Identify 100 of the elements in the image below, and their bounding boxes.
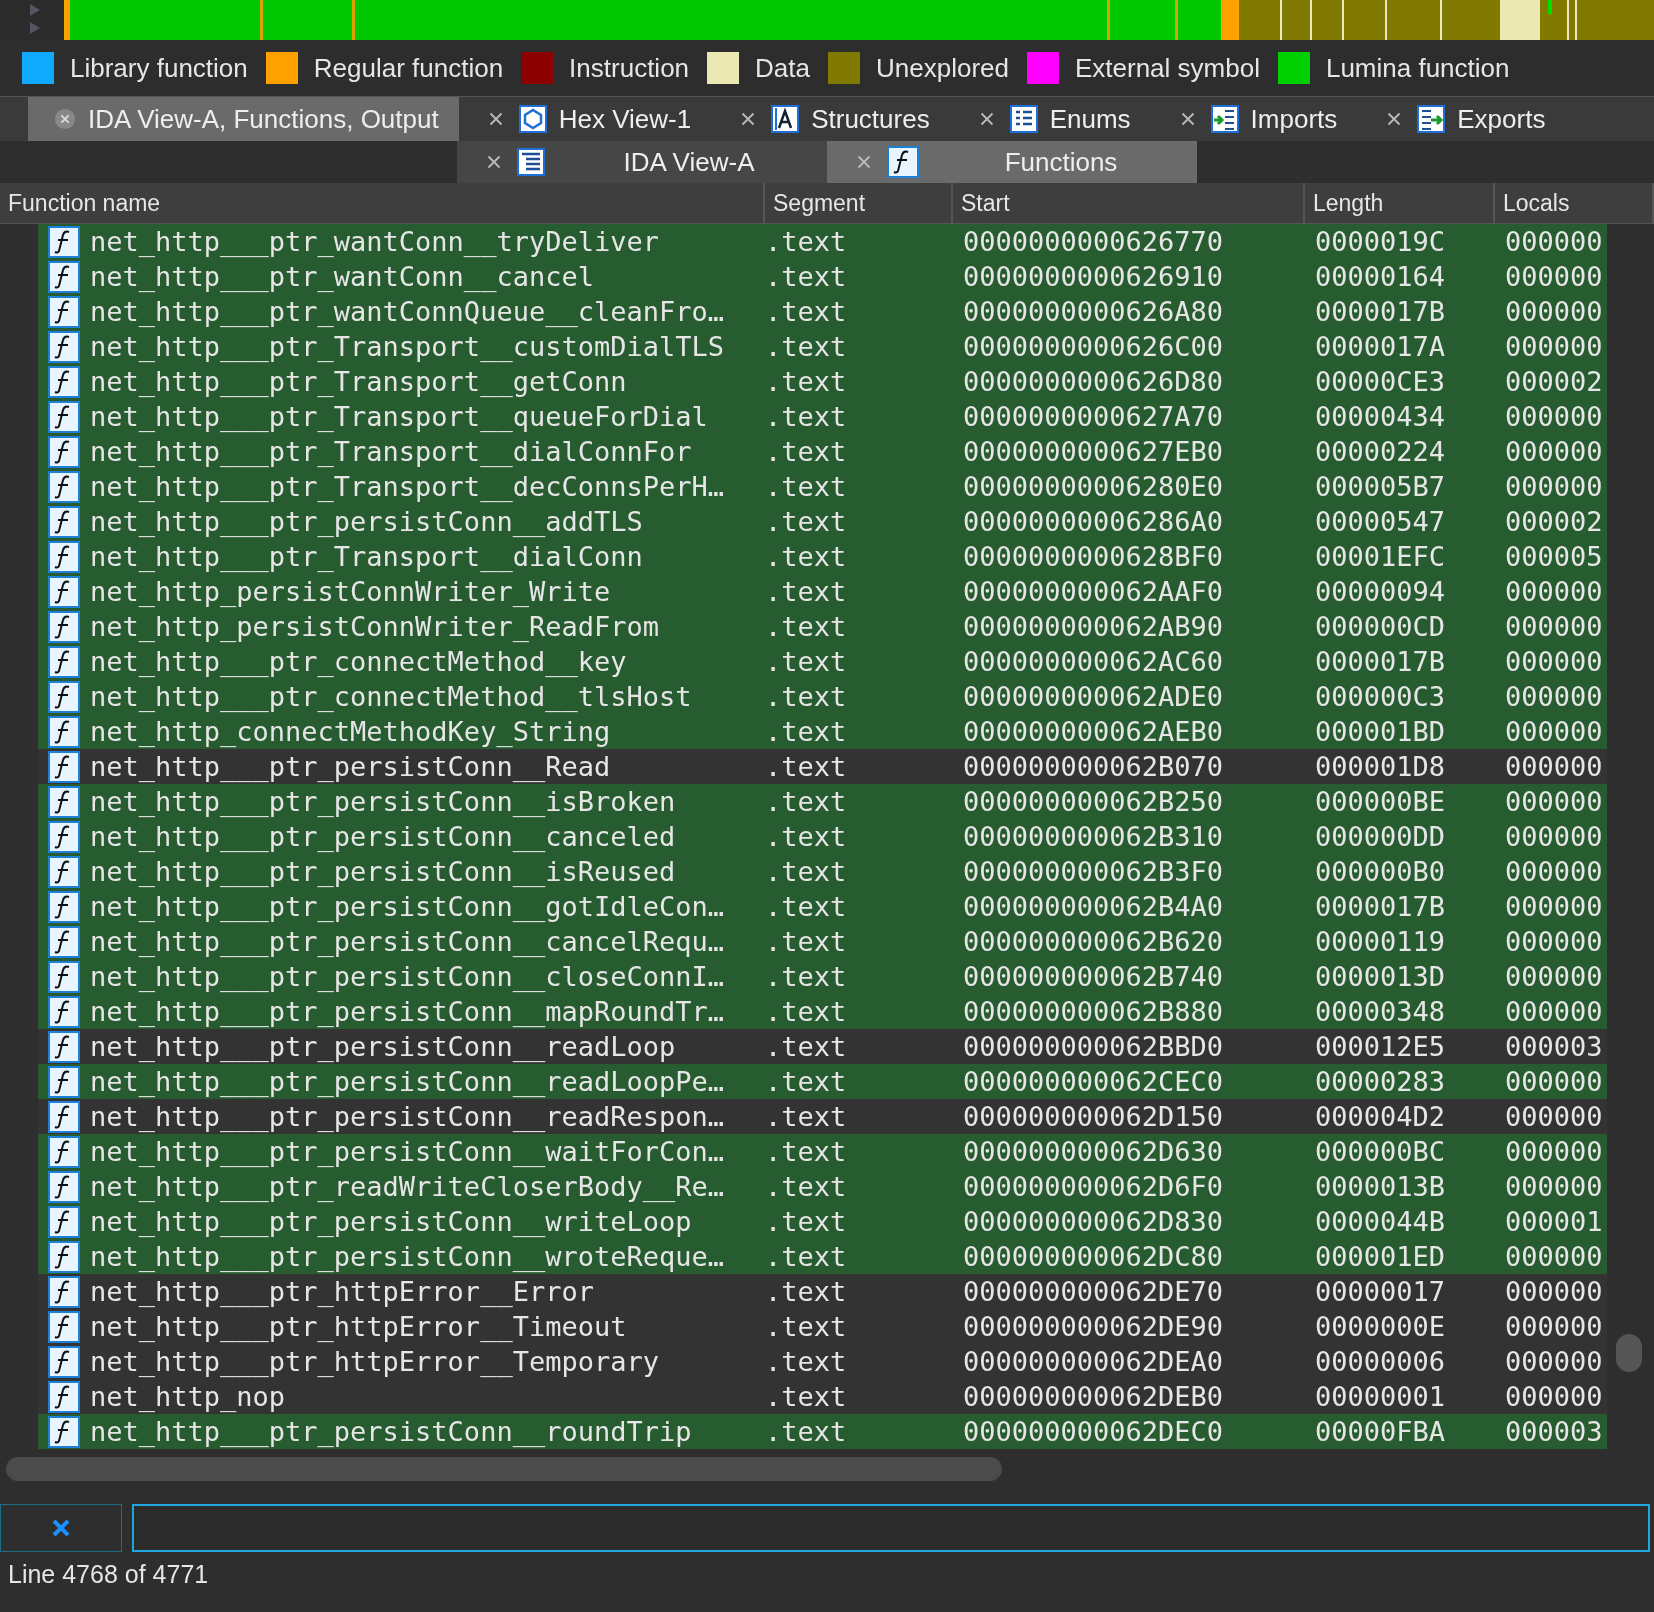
table-cell-text: 0000000000627EB0 <box>962 435 1225 469</box>
table-cell-text: .text <box>765 1030 848 1064</box>
table-cell-text: .text <box>765 1415 848 1449</box>
table-cell-text: 00000FBA <box>1314 1415 1447 1449</box>
table-cell-text: 0000044B <box>1314 1205 1447 1239</box>
list-icon <box>517 148 545 176</box>
function-row[interactable]: net_http___ptr_httpError__Timeout .text 000000000062DE90 0000000E 000000 <box>38 1309 1607 1344</box>
table-cell-text: 000012E5 <box>1314 1030 1447 1064</box>
import-icon <box>1210 105 1239 133</box>
table-cell-text: 000003 <box>1504 1415 1604 1449</box>
function-name: net_http___ptr_Transport__decConnsPerH… <box>90 470 724 504</box>
legend-label: Lumina function <box>1325 52 1510 84</box>
function-row[interactable]: net_http___ptr_persistConn__isBroken .text 000000000062B250 000000BE 000000 <box>38 784 1607 819</box>
function-row[interactable]: net_http_connectMethodKey_String .text 000000000062AEB0 000001BD 000000 <box>38 714 1607 749</box>
function-row[interactable]: net_http___ptr_persistConn__addTLS .text 00000000006286A0 00000547 000002 <box>38 504 1607 539</box>
table-cell-text: 000000000062B880 <box>962 995 1225 1029</box>
function-row[interactable]: net_http___ptr_persistConn__readRespon… .text 000000000062D150 000004D2 000000 <box>38 1099 1607 1134</box>
column-header[interactable]: Locals <box>1495 183 1654 224</box>
function-row[interactable]: net_http___ptr_Transport__dialConn .text 0000000000628BF0 00001EFC 000005 <box>38 539 1607 574</box>
function-icon <box>48 1205 80 1238</box>
table-cell-text: 000000B0 <box>1314 855 1447 889</box>
function-icon <box>48 1415 80 1448</box>
table-cell-text: 000002 <box>1504 505 1604 539</box>
table-cell-text: .text <box>765 750 848 784</box>
function-row[interactable]: net_http___ptr_connectMethod__tlsHost .text 000000000062ADE0 000000C3 000000 <box>38 679 1607 714</box>
function-row[interactable]: net_http___ptr_Transport__decConnsPerH… .text 00000000006280E0 000005B7 000000 <box>38 469 1607 504</box>
function-row[interactable]: net_http___ptr_wantConnQueue__cleanFro… .text 0000000000626A80 0000017B 000000 <box>38 294 1607 329</box>
function-icon <box>48 1100 80 1133</box>
function-row[interactable]: net_http___ptr_connectMethod__key .text 000000000062AC60 0000017B 000000 <box>38 644 1607 679</box>
table-cell-text: 00000000006280E0 <box>962 470 1225 504</box>
list-icon <box>1009 105 1038 133</box>
function-row[interactable]: net_http___ptr_persistConn__writeLoop .text 000000000062D830 0000044B 000001 <box>38 1204 1607 1239</box>
table-cell-text: 0000000000628BF0 <box>962 540 1225 574</box>
column-header[interactable]: Function name <box>0 183 765 224</box>
function-row[interactable]: net_http___ptr_persistConn__wroteReque… .text 000000000062DC80 000001ED 000000 <box>38 1239 1607 1274</box>
function-row[interactable]: net_http___ptr_persistConn__gotIdleCon… .text 000000000062B4A0 0000017B 000000 <box>38 889 1607 924</box>
table-cell-text: 000000 <box>1504 295 1604 329</box>
function-row[interactable]: net_http___ptr_Transport__queueForDial .text 0000000000627A70 00000434 000000 <box>38 399 1607 434</box>
function-row[interactable]: net_http___ptr_httpError__Temporary .text 000000000062DEA0 00000006 000000 <box>38 1344 1607 1379</box>
table-cell-text: 000000 <box>1504 225 1604 259</box>
column-header[interactable]: Length <box>1305 183 1495 224</box>
function-row[interactable]: net_http___ptr_persistConn__mapRoundTr… .text 000000000062B880 00000348 000000 <box>38 994 1607 1029</box>
function-row[interactable]: net_http___ptr_persistConn__roundTrip .text 000000000062DEC0 00000FBA 000003 <box>38 1414 1607 1449</box>
function-icon <box>887 146 919 178</box>
table-cell-text: 000000000062B310 <box>962 820 1225 854</box>
function-row[interactable]: net_http___ptr_persistConn__readLoopPe… .text 000000000062CEC0 00000283 000000 <box>38 1064 1607 1099</box>
function-icon <box>48 1345 80 1378</box>
function-row[interactable]: net_http___ptr_Transport__dialConnFor .text 0000000000627EB0 00000224 000000 <box>38 434 1607 469</box>
close-icon[interactable] <box>51 1518 71 1538</box>
function-row[interactable]: net_http___ptr_persistConn__closeConnI… .text 000000000062B740 0000013D 000000 <box>38 959 1607 994</box>
table-cell-text: 000000 <box>1504 1380 1604 1414</box>
function-row[interactable]: net_http___ptr_persistConn__waitForCon… .text 000000000062D630 000000BC 000000 <box>38 1134 1607 1169</box>
function-row[interactable]: net_http___ptr_readWriteCloserBody__Re… .text 000000000062D6F0 0000013B 000000 <box>38 1169 1607 1204</box>
function-name: net_http___ptr_httpError__Error <box>90 1275 594 1309</box>
legend-label: External symbol <box>1074 52 1260 84</box>
table-cell-text: 000000 <box>1504 925 1604 959</box>
function-name: net_http___ptr_persistConn__isBroken <box>90 785 676 819</box>
function-row[interactable]: net_http_nop .text 000000000062DEB0 00000001 000000 <box>38 1379 1607 1414</box>
table-cell-text: .text <box>765 330 848 364</box>
function-name: net_http___ptr_httpError__Timeout <box>90 1310 627 1344</box>
tab[interactable]: IDA View-A, Functions, Output <box>28 97 459 141</box>
function-row[interactable]: net_http___ptr_persistConn__isReused .text 000000000062B3F0 000000B0 000000 <box>38 854 1607 889</box>
scrollbar-thumb[interactable] <box>1616 1334 1642 1372</box>
column-header[interactable]: Segment <box>765 183 953 224</box>
column-header[interactable]: Start <box>953 183 1305 224</box>
table-cell-text: .text <box>765 1065 848 1099</box>
function-row[interactable]: net_http___ptr_persistConn__canceled .text 000000000062B310 000000DD 000000 <box>38 819 1607 854</box>
function-row[interactable]: net_http___ptr_httpError__Error .text 000000000062DE70 00000017 000000 <box>38 1274 1607 1309</box>
table-cell-text: 00000006 <box>1314 1345 1447 1379</box>
function-name: net_http___ptr_persistConn__roundTrip <box>90 1415 692 1449</box>
function-row[interactable]: net_http___ptr_Transport__getConn .text 0000000000626D80 00000CE3 000002 <box>38 364 1607 399</box>
command-input-field[interactable] <box>132 1504 1650 1552</box>
table-cell-text: 00000164 <box>1314 260 1447 294</box>
function-row[interactable]: net_http_persistConnWriter_Write .text 000000000062AAF0 00000094 000000 <box>38 574 1607 609</box>
tab[interactable]: Functions <box>827 141 1197 183</box>
function-row[interactable]: net_http___ptr_wantConn__cancel .text 0000000000626910 00000164 000000 <box>38 259 1607 294</box>
function-row[interactable]: net_http___ptr_persistConn__Read .text 000000000062B070 000001D8 000000 <box>38 749 1607 784</box>
table-cell-text: 000001D8 <box>1314 750 1447 784</box>
function-row[interactable]: net_http___ptr_Transport__customDialTLS .text 0000000000626C00 0000017A 000000 <box>38 329 1607 364</box>
function-icon <box>48 505 80 538</box>
function-row[interactable]: net_http___ptr_persistConn__readLoop .text 000000000062BBD0 000012E5 000003 <box>38 1029 1607 1064</box>
table-cell-text: 000000000062DE70 <box>962 1275 1225 1309</box>
scrollbar-thumb[interactable] <box>6 1457 1002 1481</box>
table-cell-text: 000000 <box>1504 435 1604 469</box>
function-name: net_http___ptr_Transport__dialConnFor <box>90 435 692 469</box>
tab[interactable]: IDA View-A <box>457 141 827 183</box>
function-name: net_http___ptr_connectMethod__key <box>90 645 627 679</box>
table-cell-text: .text <box>765 295 848 329</box>
table-cell-text: .text <box>765 995 848 1029</box>
function-row[interactable]: net_http___ptr_persistConn__cancelRequ… .text 000000000062B620 00000119 000000 <box>38 924 1607 959</box>
legend-label: Library function <box>70 52 248 84</box>
table-cell-text: 000000 <box>1504 855 1604 889</box>
function-name: net_http___ptr_persistConn__canceled <box>90 820 676 854</box>
table-cell-text: 000000DD <box>1314 820 1447 854</box>
function-row[interactable]: net_http___ptr_wantConn__tryDeliver .text 0000000000626770 0000019C 000000 <box>38 224 1607 259</box>
table-cell-text: 000000 <box>1504 820 1604 854</box>
export-icon <box>1417 105 1446 133</box>
close-icon[interactable] <box>54 108 76 130</box>
function-row[interactable]: net_http_persistConnWriter_ReadFrom .text 000000000062AB90 000000CD 000000 <box>38 609 1607 644</box>
function-icon <box>48 715 80 748</box>
